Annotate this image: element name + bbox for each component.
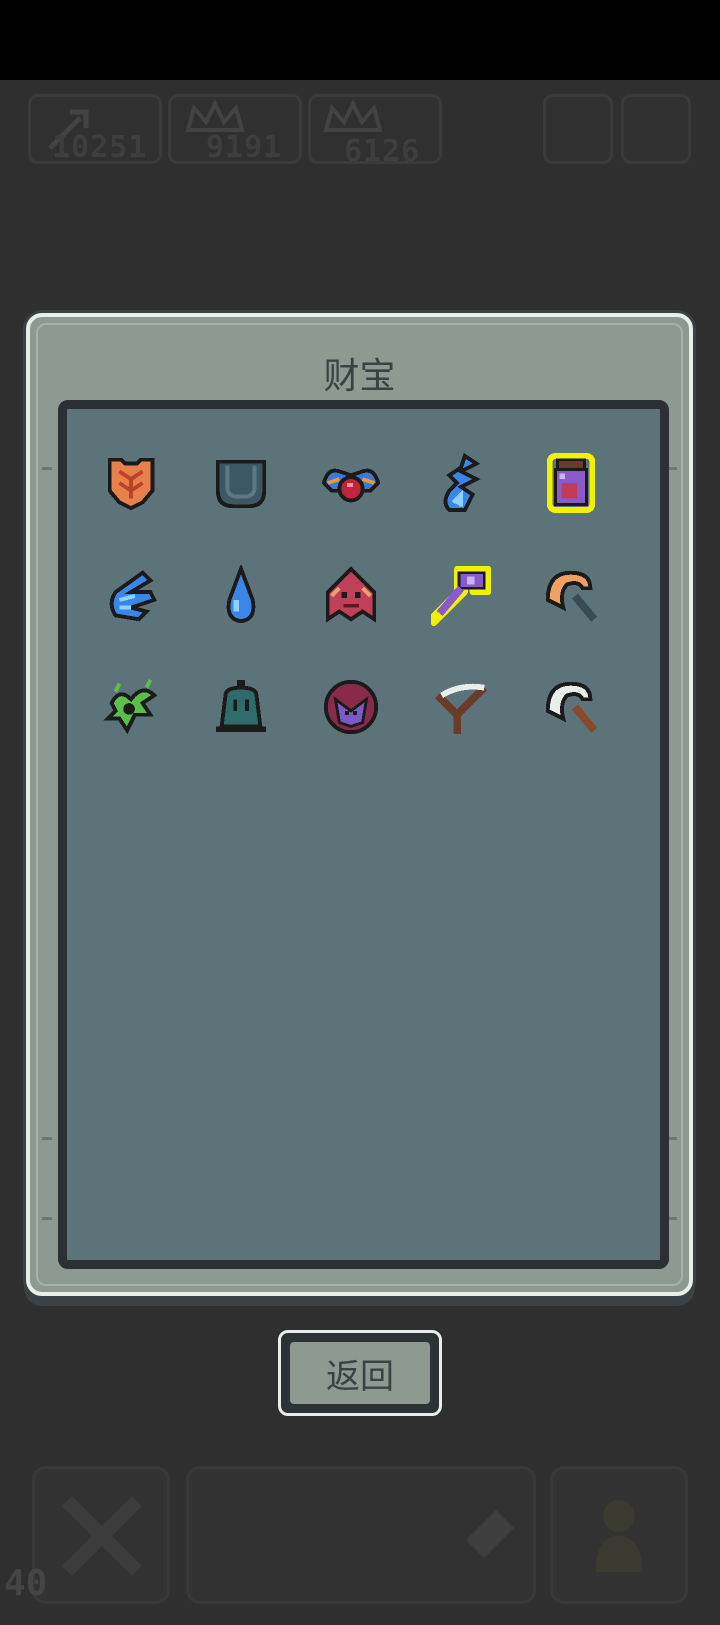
treasure-slot-12[interactable] — [208, 674, 274, 740]
status-bar — [0, 0, 720, 80]
white-sickle-icon — [545, 681, 598, 733]
resource-value-1: 10251 — [52, 130, 148, 165]
dark-pocket-icon — [215, 459, 267, 509]
treasure-slot-7[interactable] — [208, 563, 274, 629]
red-gem-amulet-icon — [321, 468, 381, 503]
treasure-slot-9[interactable] — [428, 563, 494, 629]
treasure-slot-5[interactable] — [538, 450, 604, 516]
treasure-slot-14[interactable] — [428, 674, 494, 740]
character-icon — [596, 1500, 642, 1572]
level-counter: 40 — [4, 1563, 48, 1604]
orange-shield-icon — [107, 457, 155, 511]
rivet — [42, 467, 52, 470]
crossed-swords-icon — [62, 1496, 142, 1576]
resource-value-3: 6126 — [344, 134, 421, 169]
treasure-slot-1[interactable] — [98, 450, 164, 516]
treasure-slot-10[interactable] — [538, 563, 604, 629]
hud-button-2[interactable] — [621, 94, 691, 164]
treasure-slot-8[interactable] — [318, 563, 384, 629]
treasure-slot-11[interactable] — [98, 674, 164, 740]
demon-mask-icon — [325, 566, 377, 623]
green-sprout-icon — [103, 679, 158, 735]
dialog-title: 财宝 — [323, 356, 396, 397]
treasure-slot-15[interactable] — [538, 674, 604, 740]
water-drop-icon — [226, 565, 256, 624]
treasure-slot-13[interactable] — [318, 674, 384, 740]
rivet — [42, 1217, 52, 1220]
rune-icon — [466, 1510, 514, 1558]
potion-jar-icon — [546, 452, 596, 514]
purple-key-icon — [430, 565, 492, 627]
teal-bell-icon — [215, 679, 267, 733]
blue-wing-icon — [109, 570, 157, 622]
treasure-slot-3[interactable] — [318, 450, 384, 516]
orange-sickle-icon — [545, 570, 598, 622]
rivet — [42, 1137, 52, 1140]
crown-icon-2 — [323, 99, 383, 132]
slingshot-icon — [435, 683, 487, 735]
purple-orb-icon — [323, 679, 379, 735]
treasure-slot-6[interactable] — [98, 563, 164, 629]
back-button[interactable]: 返回 — [278, 1330, 442, 1416]
treasure-dialog: 财宝 — [26, 313, 693, 1296]
treasure-slot-4[interactable] — [428, 450, 494, 516]
resource-value-2: 9191 — [206, 130, 283, 165]
treasure-slot-2[interactable] — [208, 450, 274, 516]
blue-flame-icon — [443, 452, 481, 513]
back-button-label: 返回 — [290, 1342, 430, 1404]
hud-button-1[interactable] — [543, 94, 613, 164]
treasure-grid — [58, 400, 669, 1269]
